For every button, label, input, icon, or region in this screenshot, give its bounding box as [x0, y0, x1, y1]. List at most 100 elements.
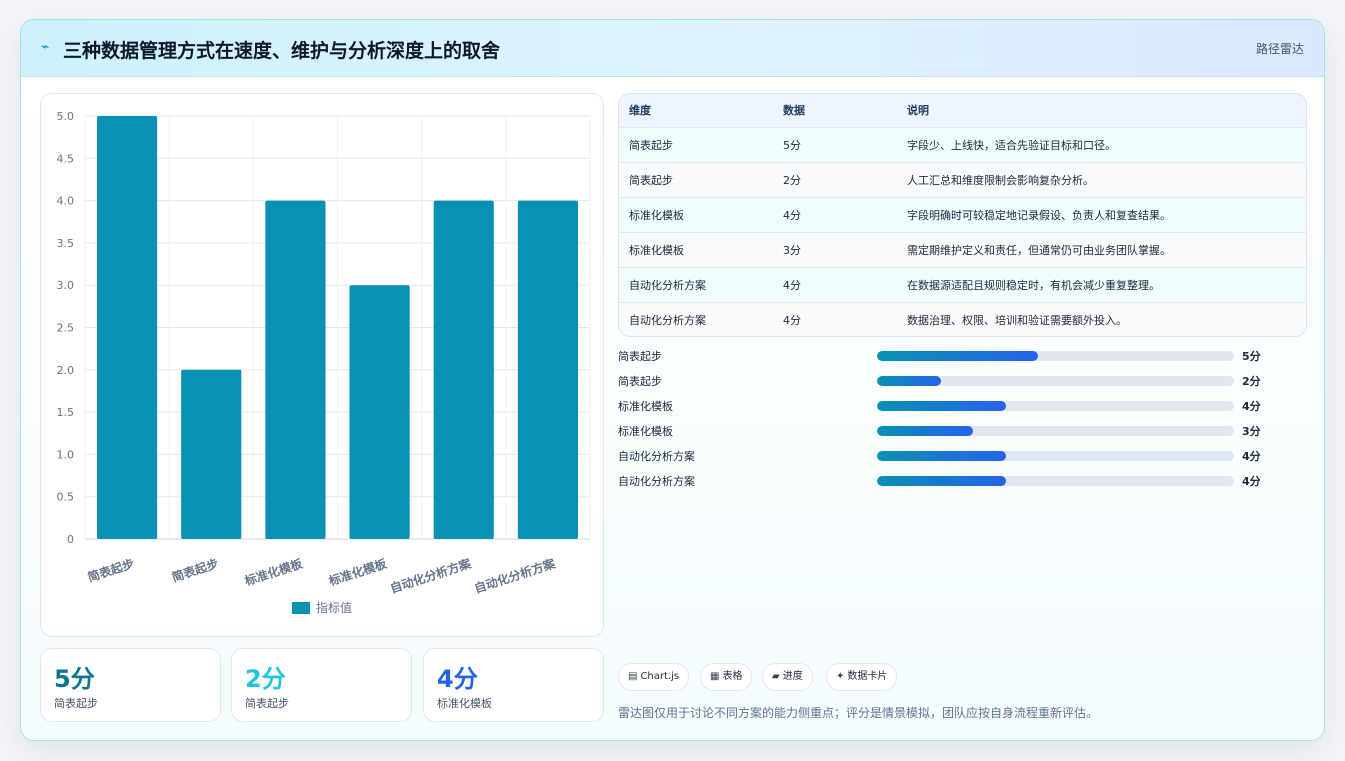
- progress-row: 自动化分析方案 4分: [618, 471, 1307, 496]
- stat-card-3: 4分 标准化模板: [423, 648, 604, 722]
- table-cell: 5分: [783, 138, 801, 152]
- y-tick-label: 2.0: [57, 364, 75, 377]
- stat-label: 简表起步: [245, 697, 289, 710]
- table-cell: 简表起步: [629, 138, 673, 152]
- y-tick-label: 1.0: [57, 448, 75, 461]
- header-tag: 路径雷达: [1255, 42, 1304, 56]
- table-row: 自动化分析方案 4分 在数据源适配且规则稳定时，有机会减少重复整理。: [619, 267, 1306, 302]
- y-tick-label: 4.5: [57, 152, 75, 165]
- table-cell: 字段少、上线快，适合先验证目标和口径。: [907, 138, 1116, 152]
- table-row: 标准化模板 3分 需定期维护定义和责任，但通常仍可由业务团队掌握。: [619, 232, 1306, 267]
- progress-track: [877, 401, 1234, 411]
- progress-fill: [877, 451, 1006, 461]
- table-cell: 数据治理、权限、培训和验证需要额外投入。: [907, 313, 1127, 327]
- chip-chart[interactable]: ▤ Chart.js: [618, 663, 690, 691]
- y-tick-label: 0.5: [57, 491, 75, 504]
- progress-label: 标准化模板: [618, 400, 673, 413]
- x-tick-label: 标准化模板: [326, 555, 390, 588]
- chip-label: 表格: [722, 671, 743, 682]
- legend-swatch: [292, 602, 310, 614]
- progress-list: 简表起步 5分 简表起步 2分 标准化模板 4分 标准化模板 3分 自动化分析方案 4分 自动化分析…: [618, 346, 1307, 496]
- progress-label: 简表起步: [618, 350, 662, 363]
- chip-table[interactable]: ▦ 表格: [700, 663, 753, 691]
- stat-value: 4分: [437, 665, 478, 693]
- table-cell: 简表起步: [629, 173, 673, 187]
- table-row: 简表起步 2分 人工汇总和维度限制会影响复杂分析。: [619, 162, 1306, 197]
- progress-row: 标准化模板 3分: [618, 421, 1307, 446]
- table-icon: ▦: [710, 671, 720, 682]
- x-tick-label: 标准化模板: [242, 555, 306, 588]
- bar: [349, 285, 410, 539]
- table-cell: 在数据源适配且规则稳定时，有机会减少重复整理。: [907, 278, 1160, 292]
- x-tick-label: 简表起步: [170, 556, 220, 585]
- table-cell: 标准化模板: [629, 208, 684, 222]
- y-tick-label: 1.5: [57, 406, 75, 419]
- progress-track: [877, 426, 1234, 436]
- table-row: 标准化模板 4分 字段明确时可较稳定地记录假设、负责人和复查结果。: [619, 197, 1306, 232]
- bar: [433, 200, 494, 539]
- progress-value: 2分: [1242, 375, 1261, 388]
- table-cell: 自动化分析方案: [629, 313, 706, 327]
- table-row: 自动化分析方案 4分 数据治理、权限、培训和验证需要额外投入。: [619, 302, 1306, 336]
- progress-label: 标准化模板: [618, 425, 673, 438]
- table-cell: 需定期维护定义和责任，但通常仍可由业务团队掌握。: [907, 243, 1171, 257]
- stat-card-2: 2分 简表起步: [231, 648, 412, 722]
- column-header: 维度: [629, 104, 651, 118]
- dashboard-card: ⌁ 三种数据管理方式在速度、维护与分析深度上的取舍 路径雷达 0 0.5 1.0 1.…: [20, 19, 1325, 741]
- bar-chart: 00.51.01.52.02.53.03.54.04.55.0简表起步 简表起步标…: [57, 110, 591, 615]
- table-cell: 自动化分析方案: [629, 278, 706, 292]
- y-tick-label: 3.5: [57, 237, 75, 250]
- x-tick-label: 简表起步: [86, 556, 136, 585]
- bar: [265, 200, 326, 539]
- bar: [517, 200, 578, 539]
- pulse-icon: ⌁: [41, 39, 50, 55]
- progress-row: 简表起步 2分: [618, 371, 1307, 396]
- progress-track: [877, 351, 1234, 361]
- progress-label: 自动化分析方案: [618, 475, 695, 488]
- progress-value: 4分: [1242, 475, 1261, 488]
- stat-label: 标准化模板: [437, 697, 492, 710]
- progress-row: 简表起步 5分: [618, 346, 1307, 371]
- table-cell: 4分: [783, 313, 801, 327]
- y-tick-label: 5.0: [57, 110, 75, 123]
- table-row: 简表起步 5分 字段少、上线快，适合先验证目标和口径。: [619, 127, 1306, 162]
- x-tick-label: 自动化分析方案: [472, 555, 557, 596]
- chip-label: 进度: [782, 671, 803, 682]
- chip-label: 数据卡片: [847, 671, 888, 682]
- chip-progress[interactable]: ▰ 进度: [762, 663, 813, 691]
- progress-row: 标准化模板 4分: [618, 396, 1307, 421]
- progress-fill: [877, 476, 1006, 486]
- header-bar: ⌁ 三种数据管理方式在速度、维护与分析深度上的取舍 路径雷达: [21, 20, 1324, 77]
- column-header: 数据: [783, 104, 805, 118]
- stat-label: 简表起步: [54, 697, 98, 710]
- table-cell: 人工汇总和维度限制会影响复杂分析。: [907, 173, 1094, 187]
- table-cell: 标准化模板: [629, 243, 684, 257]
- legend-label: 指标值: [316, 600, 352, 615]
- y-tick-label: 3.0: [57, 279, 75, 292]
- chip-label: Chart.js: [640, 671, 680, 682]
- y-tick-label: 0: [67, 533, 74, 546]
- table-cell: 3分: [783, 243, 801, 257]
- chart-icon: ▤: [628, 671, 638, 682]
- progress-icon: ▰: [772, 671, 780, 682]
- bar: [181, 369, 242, 539]
- bar-chart-panel: 0 0.5 1.0 1.5 2.0 2.5 3.0 3.5 4.0 4.5 5.0 简表起步 简表起步标…: [40, 93, 604, 637]
- progress-track: [877, 476, 1234, 486]
- table-cell: 4分: [783, 208, 801, 222]
- y-tick-label: 2.5: [57, 322, 75, 335]
- chip-card[interactable]: ✦ 数据卡片: [826, 663, 898, 691]
- progress-fill: [877, 376, 942, 386]
- progress-row: 自动化分析方案 4分: [618, 446, 1307, 471]
- table-cell: 字段明确时可较稳定地记录假设、负责人和复查结果。: [907, 208, 1171, 222]
- x-tick-label: 自动化分析方案: [388, 555, 473, 596]
- stat-card-1: 5分 简表起步: [40, 648, 221, 722]
- page-title: 三种数据管理方式在速度、维护与分析深度上的取舍: [63, 40, 501, 62]
- progress-fill: [877, 351, 1038, 361]
- bar: [97, 116, 158, 539]
- column-header: 说明: [907, 104, 929, 118]
- stat-value: 5分: [54, 665, 95, 693]
- progress-label: 自动化分析方案: [618, 450, 695, 463]
- progress-value: 5分: [1242, 350, 1261, 363]
- table-cell: 4分: [783, 278, 801, 292]
- progress-fill: [877, 401, 1006, 411]
